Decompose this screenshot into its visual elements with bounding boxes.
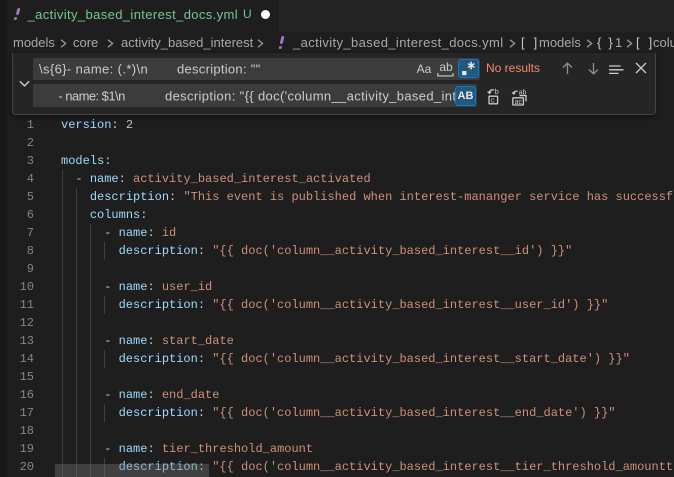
svg-text:c: c bbox=[491, 97, 495, 104]
svg-text:ac: ac bbox=[515, 99, 523, 106]
svg-text:b: b bbox=[495, 88, 499, 96]
